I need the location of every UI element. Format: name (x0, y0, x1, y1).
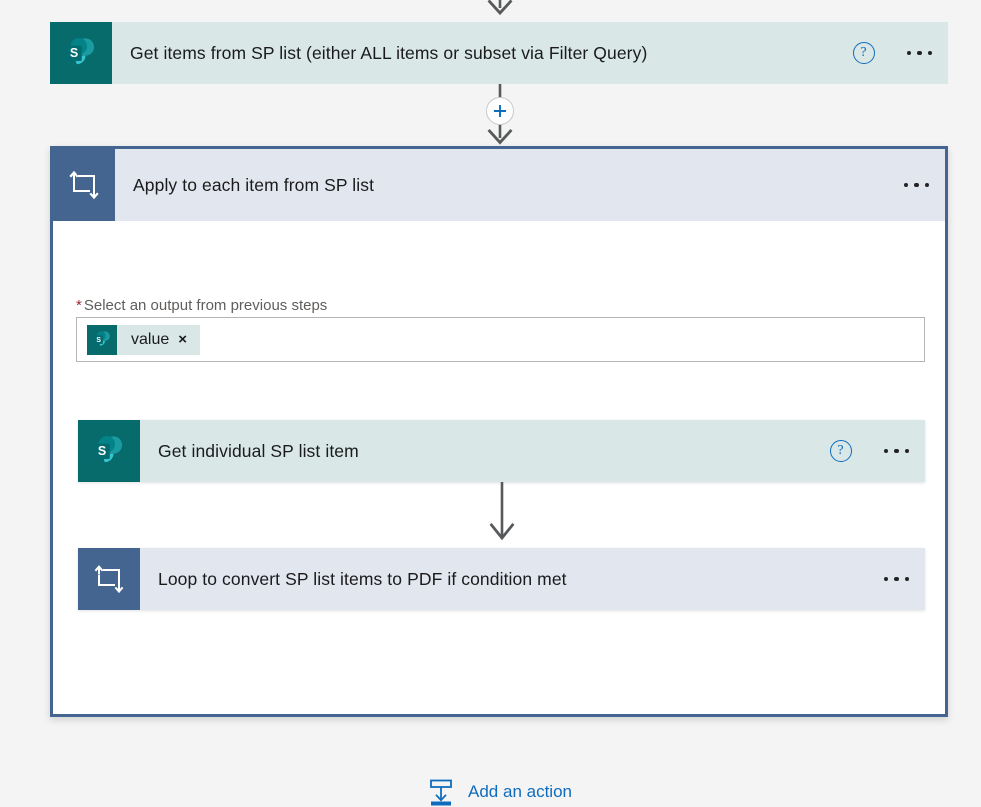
sharepoint-icon: S (50, 22, 112, 84)
action-card-body: Loop to convert SP list items to PDF if … (140, 548, 925, 610)
dynamic-content-token[interactable]: S value × (87, 324, 201, 355)
sharepoint-icon: S (78, 420, 140, 482)
scope-title: Apply to each item from SP list (133, 174, 375, 195)
more-commands-icon[interactable] (882, 443, 912, 460)
select-output-label-text: Select an output from previous steps (83, 297, 328, 314)
scope-header[interactable]: Apply to each item from SP list (53, 149, 945, 221)
connector-arrow-top (484, 0, 516, 20)
select-output-label: * Select an output from previous steps (76, 297, 327, 314)
insert-new-step-button[interactable] (486, 97, 514, 125)
loop-icon (78, 548, 140, 610)
remove-token-icon[interactable]: × (178, 332, 200, 347)
add-action-icon (426, 777, 456, 807)
action-card-actions: ? (852, 42, 935, 64)
svg-text:S: S (96, 337, 101, 344)
action-card-get-individual-item[interactable]: S Get individual SP list item ? (78, 420, 925, 482)
plus-icon (494, 105, 506, 117)
scope-header-body: Apply to each item from SP list (115, 149, 945, 221)
sharepoint-icon: S (87, 324, 117, 355)
help-icon[interactable]: ? (852, 42, 875, 64)
add-an-action-button[interactable]: Add an action (53, 777, 945, 807)
scope-content: *Select an output from previous steps S (53, 221, 945, 806)
svg-text:S: S (98, 444, 106, 458)
connector-arrow-children (486, 482, 518, 548)
action-card-body: Get individual SP list item ? (140, 420, 925, 482)
scope-header-actions (902, 177, 932, 194)
action-card-actions (882, 571, 912, 588)
scope-container-apply-to-each[interactable]: Apply to each item from SP list * Select … (50, 146, 948, 806)
required-marker: * (76, 297, 82, 314)
action-card-loop-convert-pdf[interactable]: Loop to convert SP list items to PDF if … (78, 548, 925, 610)
action-card-title: Loop to convert SP list items to PDF if … (158, 568, 567, 589)
action-card-title: Get items from SP list (either ALL items… (130, 42, 648, 63)
svg-text:S: S (70, 46, 78, 60)
action-card-title: Get individual SP list item (158, 440, 359, 461)
token-label: value (131, 330, 170, 348)
add-action-label: Add an action (468, 782, 572, 801)
action-card-get-items[interactable]: S Get items from SP list (either ALL ite… (50, 22, 948, 84)
loop-icon (53, 149, 115, 221)
more-commands-icon[interactable] (905, 45, 935, 62)
select-output-input[interactable]: S value × (76, 317, 925, 362)
more-commands-icon[interactable] (902, 177, 932, 194)
more-commands-icon[interactable] (882, 571, 912, 588)
action-card-body: Get items from SP list (either ALL items… (112, 22, 948, 84)
flow-designer-canvas: S Get items from SP list (either ALL ite… (0, 0, 981, 806)
action-card-actions: ? (829, 440, 912, 462)
help-icon[interactable]: ? (829, 440, 852, 462)
